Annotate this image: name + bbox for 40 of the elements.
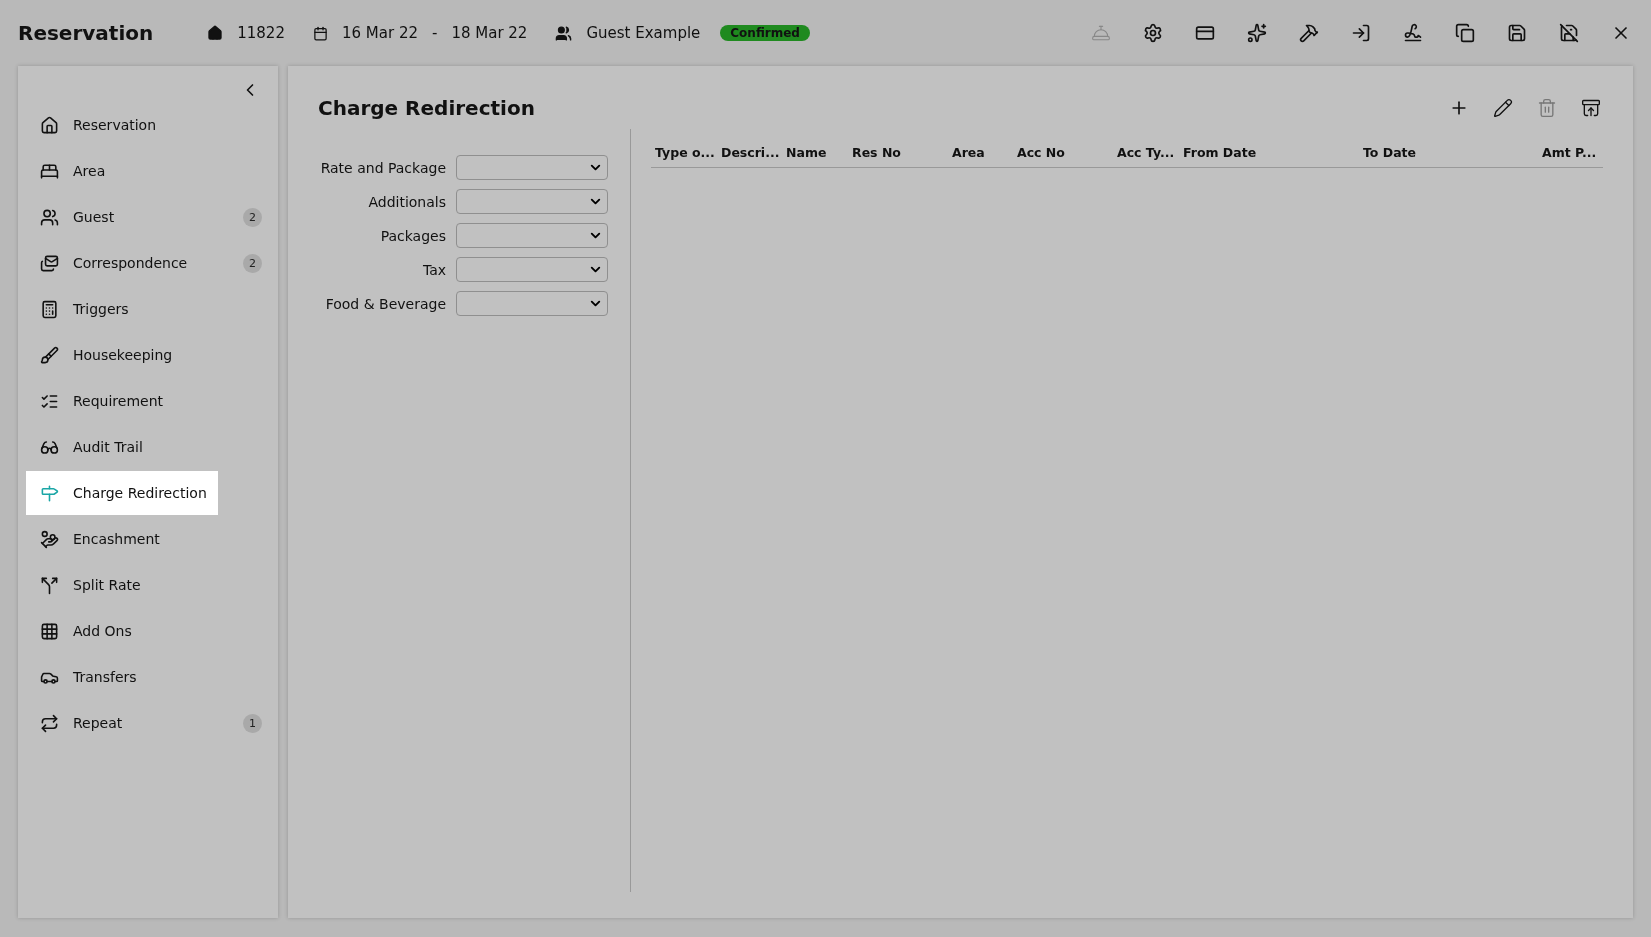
column-header[interactable]: From Date (1183, 144, 1363, 160)
column-header[interactable]: Area (952, 144, 1017, 160)
sidebar-item[interactable]: Guest 2 (26, 195, 266, 239)
column-header[interactable]: Amt P... (1542, 144, 1603, 160)
guest-name: Guest Example (586, 24, 701, 42)
filter-label: Packages (380, 227, 446, 244)
count-badge: 2 (243, 207, 262, 227)
column-header[interactable]: To Date (1363, 144, 1542, 160)
panel-title: Charge Redirection (318, 96, 536, 120)
count-badge: 2 (243, 253, 262, 273)
column-header[interactable]: Res No (852, 144, 952, 160)
column-header[interactable]: Name (786, 144, 852, 160)
sidebar-item[interactable]: Transfers (26, 655, 266, 699)
column-header[interactable]: Acc Ty... (1117, 144, 1183, 160)
sidebar-item[interactable]: Split Rate (26, 563, 266, 607)
reservation-number: 11822 (237, 24, 285, 42)
date-from: 16 Mar 22 (341, 24, 418, 42)
filter-label: Tax (422, 261, 446, 278)
sidebar-item[interactable]: Add Ons (26, 609, 266, 653)
column-header[interactable]: Acc No (1017, 144, 1117, 160)
status-badge: Confirmed (720, 25, 810, 41)
sidebar-item[interactable]: Area (26, 149, 266, 193)
sidebar-item[interactable]: Triggers (26, 287, 266, 331)
page-title: Reservation (18, 21, 154, 45)
column-header[interactable]: Descri... (721, 144, 786, 160)
filter-label: Additionals (368, 193, 446, 210)
sidebar-item[interactable]: Reservation (26, 103, 266, 147)
count-badge: 1 (243, 713, 262, 733)
column-header[interactable]: Type o... (655, 144, 721, 160)
date-to: 18 Mar 22 (451, 24, 528, 42)
sidebar-item[interactable]: Correspondence 2 (26, 241, 266, 285)
date-separator: - (431, 24, 438, 42)
sidebar-item[interactable]: Housekeeping (26, 333, 266, 377)
sidebar-item[interactable]: Requirement (26, 379, 266, 423)
filter-label: Rate and Package (320, 159, 446, 176)
sidebar-item[interactable]: Repeat 1 (26, 701, 266, 745)
sidebar-item[interactable]: Encashment (26, 517, 266, 561)
sidebar-item[interactable]: Audit Trail (26, 425, 266, 469)
filter-label: Food & Beverage (325, 295, 446, 312)
sidebar-item[interactable]: Charge Redirection (26, 471, 218, 515)
